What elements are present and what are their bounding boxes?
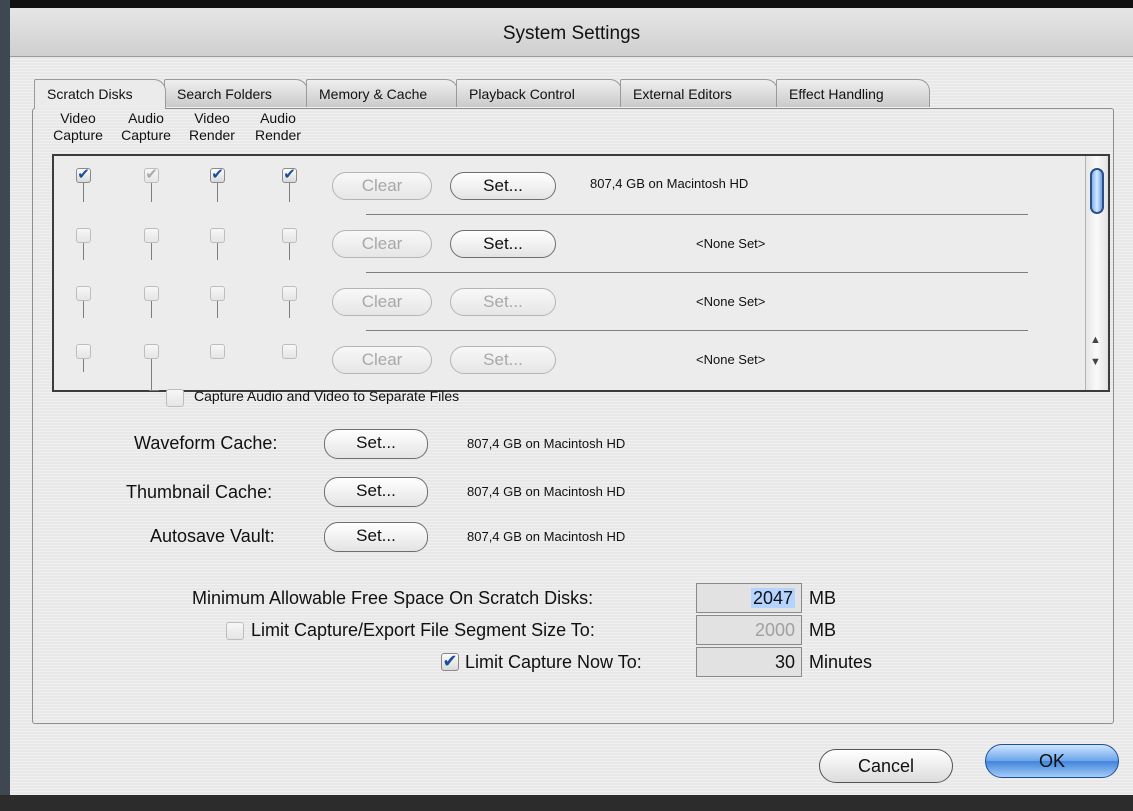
set-button[interactable]: Set...	[450, 172, 556, 200]
checkbox-separate-files[interactable]	[166, 389, 184, 407]
list-scrollbar[interactable]: ▲ ▼	[1085, 156, 1108, 390]
min-free-space-field[interactable]: 2047	[696, 583, 802, 613]
separate-files-label: Capture Audio and Video to Separate File…	[194, 388, 460, 404]
column-header-video-capture: Video Capture	[48, 110, 108, 144]
set-button[interactable]: Set...	[450, 288, 556, 316]
scrollbar-thumb[interactable]	[1090, 168, 1104, 214]
autosave-vault-location: 807,4 GB on Macintosh HD	[467, 529, 626, 544]
set-button[interactable]: Set...	[450, 346, 556, 374]
column-header-line: Capture	[53, 127, 103, 143]
desktop-bottom-edge	[0, 795, 1133, 811]
clear-button[interactable]: Clear	[332, 346, 432, 374]
tab-memory-cache[interactable]: Memory & Cache	[306, 79, 458, 107]
capture-now-unit: Minutes	[809, 652, 873, 672]
tab-effect-handling[interactable]: Effect Handling	[776, 79, 930, 107]
segment-size-field[interactable]: 2000	[696, 615, 802, 645]
scratch-disk-location: <None Set>	[696, 294, 766, 309]
column-header-line: Capture	[121, 127, 171, 143]
tab-search-folders[interactable]: Search Folders	[164, 79, 308, 107]
checkbox-video-capture[interactable]	[76, 286, 91, 301]
checkbox-limit-capture-now[interactable]: ✔	[441, 652, 459, 671]
connector-line	[149, 390, 159, 391]
limit-capture-now-label: Limit Capture Now To:	[465, 652, 642, 672]
limit-segment-size-label: Limit Capture/Export File Segment Size T…	[251, 620, 595, 640]
column-header-line: Video	[194, 110, 230, 126]
min-free-space-label: Minimum Allowable Free Space On Scratch …	[192, 588, 594, 608]
waveform-cache-label: Waveform Cache:	[134, 433, 278, 453]
row-separator	[366, 214, 1028, 215]
tab-external-editors[interactable]: External Editors	[620, 79, 778, 107]
row-separator	[366, 330, 1028, 331]
scratch-disk-list: ✔ ✔ ✔ ✔ Clear Set... 807,4 GB on Macinto…	[52, 154, 1110, 392]
title-bar[interactable]: System Settings	[10, 8, 1133, 57]
segment-size-unit: MB	[809, 620, 836, 640]
checkbox-audio-render[interactable]	[282, 344, 297, 359]
checkbox-video-render[interactable]	[210, 228, 225, 243]
checkbox-audio-render[interactable]	[282, 286, 297, 301]
checkbox-audio-capture[interactable]: ✔	[144, 167, 159, 183]
autosave-vault-set-button[interactable]: Set...	[324, 522, 428, 552]
scroll-down-arrow-icon[interactable]: ▼	[1090, 356, 1101, 368]
row-separator	[366, 272, 1028, 273]
tab-playback-control[interactable]: Playback Control	[456, 79, 622, 107]
window-title: System Settings	[502, 23, 641, 44]
checkbox-audio-render[interactable]	[282, 228, 297, 243]
column-header-video-render: Video Render	[182, 110, 242, 144]
min-free-space-value: 2047	[750, 588, 795, 608]
scratch-disk-location: 807,4 GB on Macintosh HD	[590, 176, 749, 191]
system-settings-window: System Settings Scratch Disks Search Fol…	[10, 8, 1133, 795]
checkbox-audio-capture[interactable]	[144, 286, 159, 301]
column-header-line: Audio	[260, 110, 296, 126]
checkbox-audio-capture[interactable]	[144, 344, 159, 359]
checkbox-video-render[interactable]	[210, 344, 225, 359]
ok-button[interactable]: OK	[985, 744, 1119, 778]
checkbox-video-capture[interactable]	[76, 344, 91, 359]
waveform-cache-location: 807,4 GB on Macintosh HD	[467, 436, 626, 451]
column-header-audio-render: Audio Render	[248, 110, 308, 144]
thumbnail-cache-label: Thumbnail Cache:	[126, 482, 273, 502]
scroll-up-arrow-icon[interactable]: ▲	[1090, 334, 1101, 346]
checkbox-audio-capture[interactable]	[144, 228, 159, 243]
column-header-line: Video	[60, 110, 96, 126]
clear-button[interactable]: Clear	[332, 172, 432, 200]
thumbnail-cache-location: 807,4 GB on Macintosh HD	[467, 484, 626, 499]
set-button[interactable]: Set...	[450, 230, 556, 258]
checkbox-video-capture[interactable]: ✔	[76, 167, 91, 183]
thumbnail-cache-set-button[interactable]: Set...	[324, 477, 428, 507]
desktop-top-edge	[0, 0, 1133, 8]
autosave-vault-label: Autosave Vault:	[150, 526, 275, 546]
clear-button[interactable]: Clear	[332, 230, 432, 258]
tab-scratch-disks[interactable]: Scratch Disks	[34, 79, 166, 109]
min-free-space-unit: MB	[809, 588, 836, 608]
column-header-line: Audio	[128, 110, 164, 126]
cancel-button[interactable]: Cancel	[819, 749, 953, 783]
checkbox-audio-render[interactable]: ✔	[282, 167, 297, 183]
column-header-line: Render	[189, 127, 235, 143]
desktop-left-edge	[0, 0, 10, 811]
clear-button[interactable]: Clear	[332, 288, 432, 316]
scratch-disk-location: <None Set>	[696, 236, 766, 251]
checkbox-limit-segment-size[interactable]	[226, 622, 244, 640]
checkbox-video-render[interactable]	[210, 286, 225, 301]
scratch-disk-location: <None Set>	[696, 352, 766, 367]
capture-now-field[interactable]: 30	[696, 647, 802, 677]
checkbox-video-render[interactable]: ✔	[210, 167, 225, 183]
column-header-line: Render	[255, 127, 301, 143]
column-header-audio-capture: Audio Capture	[116, 110, 176, 144]
checkbox-video-capture[interactable]	[76, 228, 91, 243]
waveform-cache-set-button[interactable]: Set...	[324, 429, 428, 459]
